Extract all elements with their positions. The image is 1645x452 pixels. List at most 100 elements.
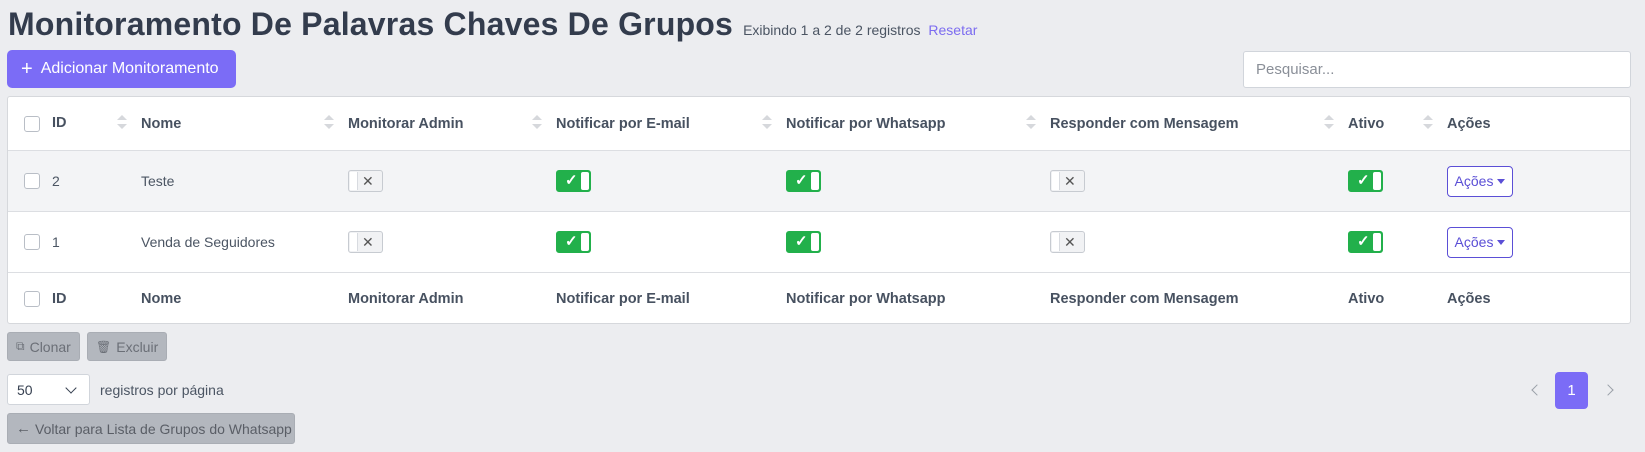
select-all-checkbox[interactable] bbox=[24, 115, 40, 132]
clone-button[interactable]: ⧉ Clonar bbox=[7, 332, 80, 361]
page-header: Monitoramento De Palavras Chaves De Grup… bbox=[8, 6, 977, 43]
row-nome: Teste bbox=[141, 173, 175, 189]
copy-icon: ⧉ bbox=[16, 339, 25, 353]
notificar-whatsapp-cell: ✓ bbox=[786, 151, 821, 211]
check-icon: ✓ bbox=[795, 233, 808, 250]
x-icon: ✕ bbox=[1064, 234, 1076, 250]
header-notificar-whatsapp[interactable]: Notificar por Whatsapp bbox=[786, 97, 946, 150]
table-header-row: ID Nome Monitorar Admin Notificar por E-… bbox=[8, 97, 1630, 151]
back-label: Voltar para Lista de Grupos do Whatsapp bbox=[35, 420, 292, 437]
sort-icon[interactable] bbox=[531, 113, 542, 133]
footer-responder-mensagem: Responder com Mensagem bbox=[1050, 291, 1239, 307]
footer-nome: Nome bbox=[141, 291, 182, 307]
notificar-whatsapp-toggle[interactable]: ✓ bbox=[786, 170, 821, 192]
row-id: 2 bbox=[52, 173, 60, 189]
sort-icon[interactable] bbox=[323, 113, 334, 133]
ativo-toggle[interactable]: ✓ bbox=[1348, 231, 1383, 253]
footer-notificar-whatsapp: Notificar por Whatsapp bbox=[786, 291, 946, 307]
footer-acoes: Ações bbox=[1447, 291, 1491, 307]
row-checkbox[interactable] bbox=[24, 234, 40, 250]
caret-down-icon bbox=[1497, 178, 1506, 184]
monitorar-admin-toggle[interactable]: ✕ bbox=[348, 170, 383, 192]
row-select-cell bbox=[24, 212, 40, 272]
header-responder-mensagem[interactable]: Responder com Mensagem bbox=[1050, 97, 1239, 150]
header-ativo[interactable]: Ativo bbox=[1348, 97, 1384, 150]
responder-mensagem-cell: ✕ bbox=[1050, 212, 1085, 272]
row-id: 1 bbox=[52, 234, 60, 250]
reset-link[interactable]: Resetar bbox=[928, 22, 977, 38]
monitorar-admin-cell: ✕ bbox=[348, 151, 383, 211]
delete-button[interactable]: 🗑 Excluir bbox=[87, 332, 168, 361]
records-count-text: Exibindo 1 a 2 de 2 registros bbox=[743, 22, 921, 38]
row-select-cell bbox=[24, 151, 40, 211]
footer-monitorar-admin: Monitorar Admin bbox=[348, 291, 464, 307]
plus-icon: + bbox=[21, 58, 33, 80]
check-icon: ✓ bbox=[565, 172, 578, 189]
row-nome: Venda de Seguidores bbox=[141, 234, 275, 250]
records-info: Exibindo 1 a 2 de 2 registros Resetar bbox=[743, 22, 977, 38]
acoes-label: Ações bbox=[1454, 234, 1494, 250]
header-acoes: Ações bbox=[1447, 115, 1491, 132]
per-page-select[interactable]: 50 bbox=[7, 374, 90, 405]
header-notificar-email[interactable]: Notificar por E-mail bbox=[556, 97, 690, 150]
select-all-checkbox[interactable] bbox=[24, 291, 40, 307]
back-to-groups-button[interactable]: ← Voltar para Lista de Grupos do Whatsap… bbox=[7, 413, 295, 444]
sort-icon[interactable] bbox=[761, 113, 772, 133]
x-icon: ✕ bbox=[1064, 173, 1076, 189]
per-page-value: 50 bbox=[17, 381, 33, 398]
sort-icon[interactable] bbox=[116, 113, 127, 133]
previous-page-icon[interactable] bbox=[1530, 383, 1540, 397]
responder-mensagem-cell: ✕ bbox=[1050, 151, 1085, 211]
notificar-email-toggle[interactable]: ✓ bbox=[556, 170, 591, 192]
delete-label: Excluir bbox=[116, 338, 159, 355]
data-table: ID Nome Monitorar Admin Notificar por E-… bbox=[7, 96, 1631, 324]
x-icon: ✕ bbox=[362, 234, 374, 250]
clone-label: Clonar bbox=[29, 338, 71, 355]
row-checkbox[interactable] bbox=[24, 173, 40, 189]
notificar-whatsapp-cell: ✓ bbox=[786, 212, 821, 272]
trash-icon: 🗑 bbox=[96, 339, 112, 354]
footer-ativo: Ativo bbox=[1348, 291, 1385, 307]
table-row: 1 Venda de Seguidores ✕ ✓ ✓ ✕ ✓ Ações bbox=[8, 212, 1630, 273]
notificar-email-cell: ✓ bbox=[556, 212, 591, 272]
select-all-cell bbox=[24, 273, 40, 325]
acoes-dropdown-button[interactable]: Ações bbox=[1447, 226, 1513, 258]
table-row: 2 Teste ✕ ✓ ✓ ✕ ✓ Ações bbox=[8, 151, 1630, 212]
check-icon: ✓ bbox=[1357, 233, 1370, 250]
acoes-cell: Ações bbox=[1447, 151, 1513, 211]
per-page-label: registros por página bbox=[100, 382, 224, 398]
page-title: Monitoramento De Palavras Chaves De Grup… bbox=[8, 6, 734, 42]
acoes-label: Ações bbox=[1454, 173, 1494, 189]
sort-icon[interactable] bbox=[1025, 113, 1036, 133]
chevron-down-icon bbox=[65, 382, 77, 394]
header-monitorar-admin[interactable]: Monitorar Admin bbox=[348, 97, 463, 150]
acoes-dropdown-button[interactable]: Ações bbox=[1447, 165, 1513, 197]
sort-icon[interactable] bbox=[1422, 113, 1433, 133]
next-page-icon[interactable] bbox=[1604, 383, 1614, 397]
page-1-button[interactable]: 1 bbox=[1555, 372, 1588, 409]
search-input[interactable] bbox=[1243, 51, 1631, 88]
notificar-whatsapp-toggle[interactable]: ✓ bbox=[786, 231, 821, 253]
monitorar-admin-cell: ✕ bbox=[348, 212, 383, 272]
x-icon: ✕ bbox=[362, 173, 374, 189]
notificar-email-cell: ✓ bbox=[556, 151, 591, 211]
ativo-toggle[interactable]: ✓ bbox=[1348, 170, 1383, 192]
table-footer-row: ID Nome Monitorar Admin Notificar por E-… bbox=[8, 273, 1630, 325]
sort-icon[interactable] bbox=[1323, 113, 1334, 133]
responder-mensagem-toggle[interactable]: ✕ bbox=[1050, 231, 1085, 253]
footer-notificar-email: Notificar por E-mail bbox=[556, 291, 690, 307]
notificar-email-toggle[interactable]: ✓ bbox=[556, 231, 591, 253]
responder-mensagem-toggle[interactable]: ✕ bbox=[1050, 170, 1085, 192]
caret-down-icon bbox=[1497, 239, 1506, 245]
monitorar-admin-toggle[interactable]: ✕ bbox=[348, 231, 383, 253]
check-icon: ✓ bbox=[565, 233, 578, 250]
acoes-cell: Ações bbox=[1447, 212, 1513, 272]
footer-id: ID bbox=[52, 291, 67, 307]
header-nome[interactable]: Nome bbox=[141, 97, 181, 150]
check-icon: ✓ bbox=[1357, 172, 1370, 189]
select-all-cell bbox=[24, 97, 40, 150]
add-monitoring-button[interactable]: + Adicionar Monitoramento bbox=[7, 50, 236, 88]
ativo-cell: ✓ bbox=[1348, 151, 1383, 211]
check-icon: ✓ bbox=[795, 172, 808, 189]
header-id[interactable]: ID bbox=[52, 97, 67, 150]
